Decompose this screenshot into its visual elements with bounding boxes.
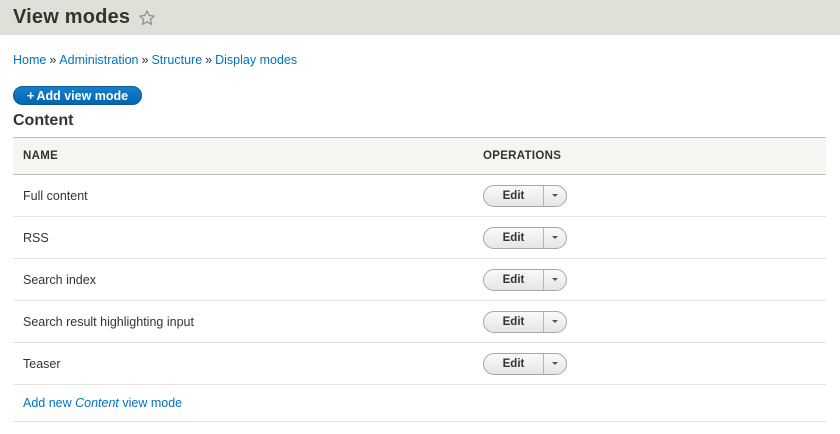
- column-header-name: NAME: [23, 150, 59, 162]
- dropdown-toggle[interactable]: [544, 228, 566, 248]
- breadcrumb-separator: »: [141, 53, 149, 67]
- add-new-content-view-mode-link[interactable]: Add new Content view mode: [23, 396, 182, 410]
- caret-down-icon: [552, 362, 558, 365]
- row-name: Full content: [13, 174, 473, 217]
- table-header-row: NAME OPERATIONS: [13, 137, 826, 175]
- add-view-mode-label: Add view mode: [36, 88, 129, 103]
- operations-dropbutton: Edit: [483, 184, 567, 207]
- edit-button[interactable]: Edit: [484, 353, 544, 374]
- operations-dropbutton: Edit: [483, 226, 567, 249]
- dropdown-toggle[interactable]: [544, 354, 566, 374]
- link-entity: Content: [75, 396, 119, 410]
- section-title: Content: [13, 112, 74, 129]
- table-row: Search index Edit: [13, 258, 826, 301]
- operations-dropbutton: Edit: [483, 310, 567, 333]
- row-name: Search result highlighting input: [13, 300, 473, 343]
- caret-down-icon: [552, 194, 558, 197]
- operations-dropbutton: Edit: [483, 268, 567, 291]
- row-operations: Edit: [473, 258, 826, 301]
- breadcrumb-separator: »: [49, 53, 57, 67]
- breadcrumb: Home» Administration» Structure» Display mo…: [13, 52, 827, 68]
- main-content: Home» Administration» Structure» Display mo…: [0, 52, 840, 422]
- breadcrumb-separator: »: [205, 53, 213, 67]
- operations-dropbutton: Edit: [483, 352, 567, 375]
- row-name: Teaser: [13, 342, 473, 385]
- edit-button[interactable]: Edit: [484, 185, 544, 206]
- add-view-mode-button[interactable]: + Add view mode: [13, 86, 142, 105]
- dropdown-toggle[interactable]: [544, 312, 566, 332]
- caret-down-icon: [552, 278, 558, 281]
- page-title: View modes: [13, 6, 131, 28]
- link-prefix: Add new: [23, 396, 76, 410]
- footer-cell: Add new Content view mode: [13, 384, 826, 422]
- breadcrumb-administration[interactable]: Administration: [59, 53, 138, 67]
- link-suffix: view mode: [118, 396, 183, 410]
- table-footer-row: Add new Content view mode: [13, 384, 826, 422]
- star-icon[interactable]: [138, 9, 156, 27]
- row-operations: Edit: [473, 174, 826, 217]
- edit-button[interactable]: Edit: [484, 269, 544, 290]
- table-row: Search result highlighting input Edit: [13, 300, 826, 343]
- breadcrumb-structure[interactable]: Structure: [151, 53, 202, 67]
- breadcrumb-display-modes[interactable]: Display modes: [215, 53, 297, 67]
- dropdown-toggle[interactable]: [544, 186, 566, 206]
- table-row: Teaser Edit: [13, 342, 826, 385]
- row-name: RSS: [13, 216, 473, 259]
- dropdown-toggle[interactable]: [544, 270, 566, 290]
- breadcrumb-home[interactable]: Home: [13, 53, 46, 67]
- view-modes-table: NAME OPERATIONS Full content Edit RSS Ed…: [13, 137, 826, 422]
- table-row: RSS Edit: [13, 216, 826, 259]
- edit-button[interactable]: Edit: [484, 311, 544, 332]
- caret-down-icon: [552, 236, 558, 239]
- row-operations: Edit: [473, 216, 826, 259]
- caret-down-icon: [552, 320, 558, 323]
- plus-icon: +: [26, 88, 35, 103]
- row-operations: Edit: [473, 342, 826, 385]
- column-header-operations: OPERATIONS: [483, 150, 562, 162]
- table-row: Full content Edit: [13, 174, 826, 217]
- row-name: Search index: [13, 258, 473, 301]
- row-operations: Edit: [473, 300, 826, 343]
- page-header: View modes: [0, 0, 840, 35]
- edit-button[interactable]: Edit: [484, 227, 544, 248]
